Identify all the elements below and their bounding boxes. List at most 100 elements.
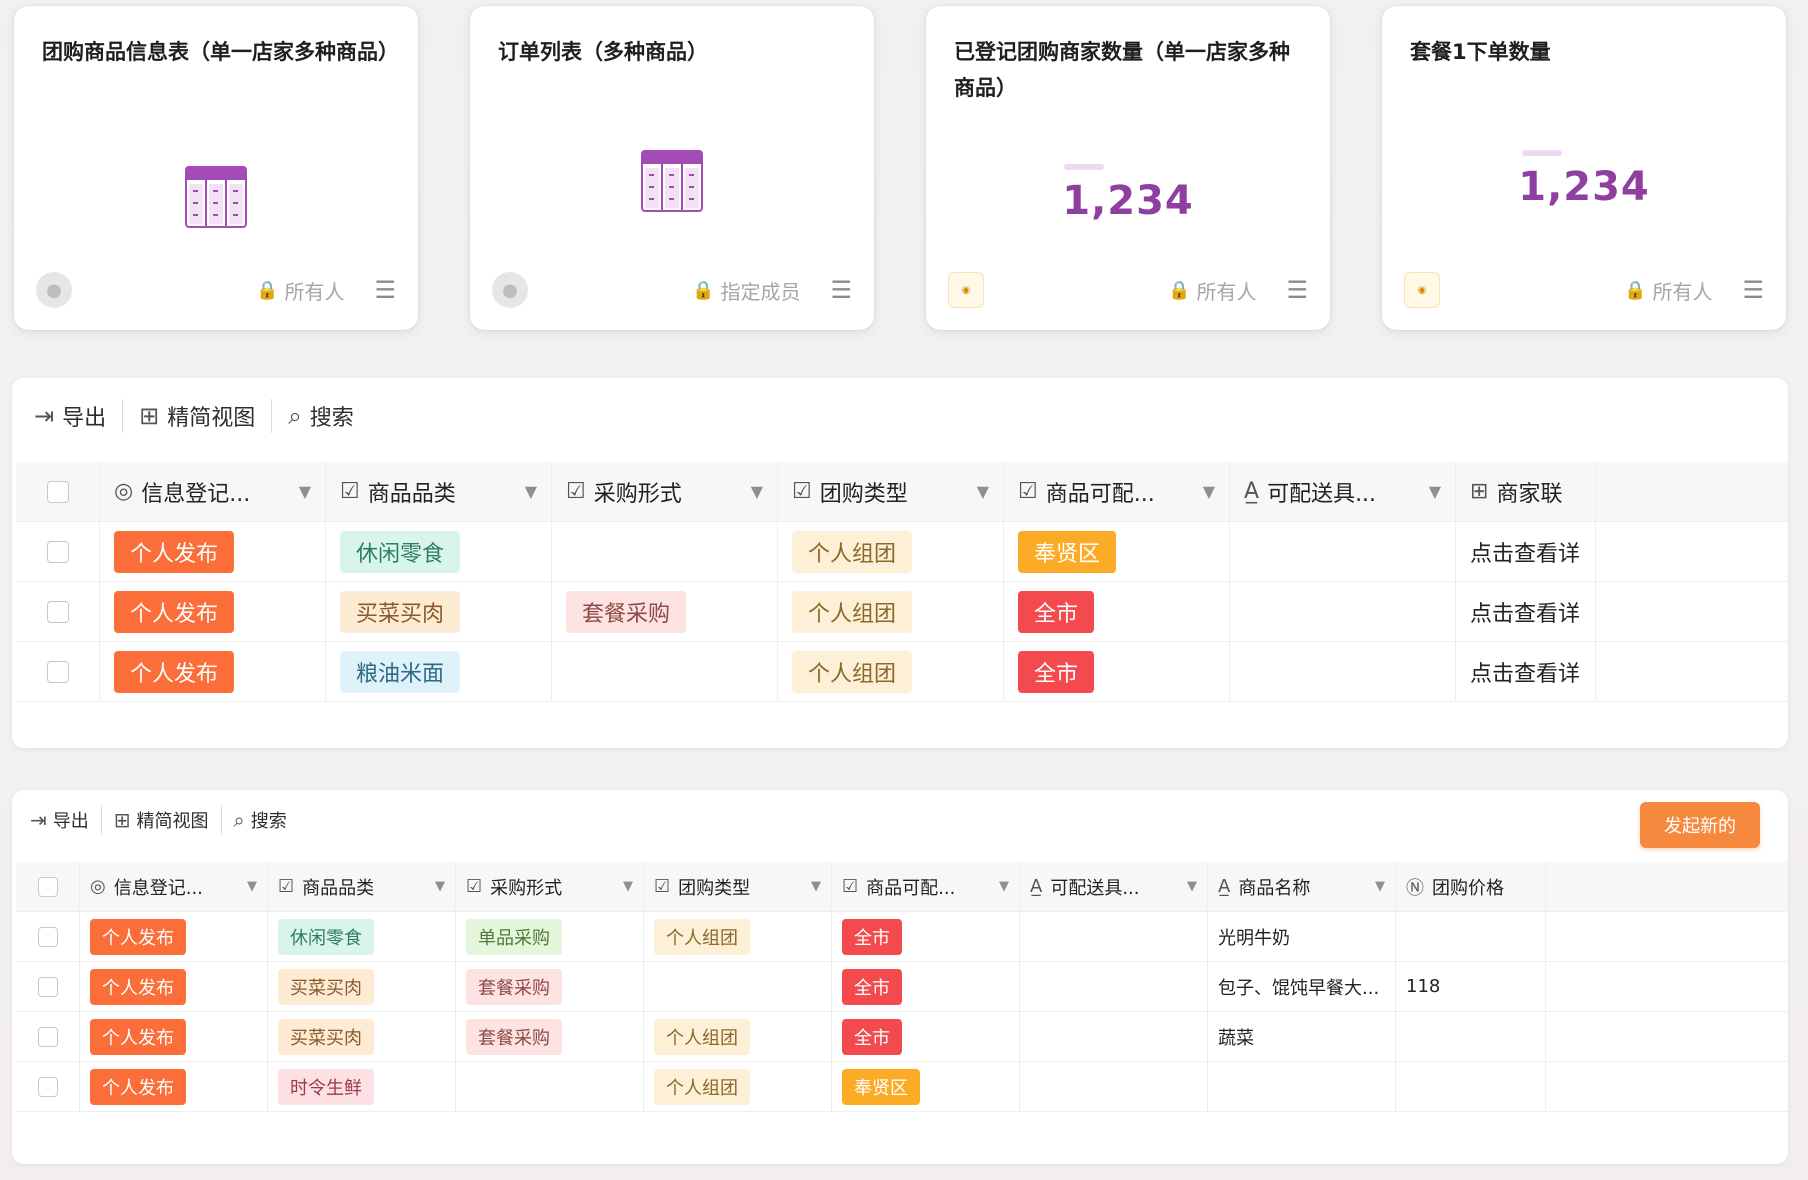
user-avatar[interactable]: ● [492, 272, 528, 308]
chevron-down-icon[interactable]: ▼ [525, 482, 537, 501]
table-cell[interactable]: 个人发布 [80, 1062, 268, 1111]
table-cell[interactable]: 全市 [832, 912, 1020, 961]
table-cell[interactable]: 单品采购 [456, 912, 644, 961]
table-cell[interactable]: 时令生鲜 [268, 1062, 456, 1111]
chevron-down-icon[interactable]: ▼ [751, 482, 763, 501]
card-goods-info[interactable]: 团购商品信息表（单一店家多种商品） ● 🔒 所有人 ☰ [14, 6, 418, 330]
column-header[interactable]: ⊞ 商家联 [1456, 462, 1596, 521]
table-row[interactable]: 个人发布 买菜买肉 套餐采购 个人组团 全市 蔬菜 [16, 1012, 1788, 1062]
chevron-down-icon[interactable]: ▼ [1429, 482, 1441, 501]
table-cell[interactable]: 个人发布 [80, 962, 268, 1011]
compact-view-button[interactable]: ⊞ 精简视图 [139, 400, 255, 432]
new-submission-button[interactable]: 发起新的 [1640, 802, 1760, 848]
table-cell[interactable]: 点击查看详 [1456, 522, 1596, 581]
user-avatar[interactable]: ● [36, 272, 72, 308]
table-cell[interactable] [552, 522, 778, 581]
table-cell[interactable] [1020, 912, 1208, 961]
export-button[interactable]: ⇥ 导出 [34, 400, 106, 432]
table-cell[interactable]: 个人发布 [100, 582, 326, 641]
permission-label[interactable]: 🔒 指定成员 [692, 276, 800, 305]
table-cell[interactable]: 光明牛奶 [1208, 912, 1396, 961]
column-header[interactable]: Ⓝ 团购价格 [1396, 862, 1546, 911]
chevron-down-icon[interactable]: ▼ [435, 879, 445, 894]
row-checkbox[interactable] [37, 1076, 58, 1097]
table-cell[interactable]: 个人组团 [778, 522, 1004, 581]
table-cell[interactable]: 套餐采购 [456, 962, 644, 1011]
table-cell[interactable] [1396, 1012, 1546, 1061]
table-cell[interactable]: 全市 [832, 1012, 1020, 1061]
table-cell[interactable]: 个人组团 [778, 582, 1004, 641]
table-cell[interactable]: 个人组团 [644, 912, 832, 961]
table-cell[interactable]: 套餐采购 [552, 582, 778, 641]
table-cell[interactable]: 粮油米面 [326, 642, 552, 701]
row-checkbox[interactable] [37, 926, 58, 947]
column-header[interactable]: A̲ 可配送具... ▼ [1020, 862, 1208, 911]
column-header[interactable]: A̲ 可配送具... ▼ [1230, 462, 1456, 521]
table-row[interactable]: 个人发布 粮油米面 个人组团 全市 点击查看详 [16, 642, 1788, 702]
column-header[interactable]: ◎ 信息登记... ▼ [100, 462, 326, 521]
table-cell[interactable]: 点击查看详 [1456, 582, 1596, 641]
table-cell[interactable] [1230, 522, 1456, 581]
menu-icon[interactable]: ☰ [830, 278, 852, 302]
logo-avatar[interactable]: ◉ [948, 272, 984, 308]
menu-icon[interactable]: ☰ [1742, 278, 1764, 302]
chevron-down-icon[interactable]: ▼ [999, 879, 1009, 894]
permission-label[interactable]: 🔒 所有人 [1624, 276, 1712, 305]
table-cell[interactable]: 118 [1396, 962, 1546, 1011]
row-checkbox[interactable] [46, 660, 69, 683]
column-header[interactable]: ☑ 商品品类 ▼ [326, 462, 552, 521]
table-cell[interactable]: 休闲零食 [326, 522, 552, 581]
table-cell[interactable]: 全市 [1004, 582, 1230, 641]
column-header[interactable]: ☑ 商品可配... ▼ [1004, 462, 1230, 521]
table-cell[interactable] [456, 1062, 644, 1111]
table-cell[interactable] [1020, 1062, 1208, 1111]
table-cell[interactable]: 个人组团 [778, 642, 1004, 701]
chevron-down-icon[interactable]: ▼ [623, 879, 633, 894]
table-cell[interactable] [1230, 642, 1456, 701]
table-cell[interactable] [644, 962, 832, 1011]
column-header[interactable]: ☑ 采购形式 ▼ [552, 462, 778, 521]
table-cell[interactable] [1230, 582, 1456, 641]
row-checkbox[interactable] [46, 540, 69, 563]
table-cell[interactable]: 全市 [1004, 642, 1230, 701]
table-cell[interactable]: 个人发布 [100, 522, 326, 581]
table-cell[interactable] [1020, 1012, 1208, 1061]
table-row[interactable]: 个人发布 时令生鲜 个人组团 奉贤区 [16, 1062, 1788, 1112]
table-cell[interactable]: 个人组团 [644, 1012, 832, 1061]
column-header[interactable]: ☑ 团购类型 ▼ [778, 462, 1004, 521]
table-cell[interactable]: 奉贤区 [1004, 522, 1230, 581]
table-row[interactable]: 个人发布 休闲零食 个人组团 奉贤区 点击查看详 [16, 522, 1788, 582]
export-button[interactable]: ⇥ 导出 [30, 807, 89, 833]
table-row[interactable]: 个人发布 买菜买肉 套餐采购 全市 包子、馄饨早餐大... 118 [16, 962, 1788, 1012]
table-cell[interactable]: 蔬菜 [1208, 1012, 1396, 1061]
select-all-checkbox[interactable] [37, 876, 58, 897]
chevron-down-icon[interactable]: ▼ [1375, 879, 1385, 894]
row-checkbox[interactable] [46, 600, 69, 623]
table-cell[interactable]: 休闲零食 [268, 912, 456, 961]
table-cell[interactable] [1396, 912, 1546, 961]
table-row[interactable]: 个人发布 买菜买肉 套餐采购 个人组团 全市 点击查看详 [16, 582, 1788, 642]
table-cell[interactable] [1020, 962, 1208, 1011]
table-cell[interactable]: 套餐采购 [456, 1012, 644, 1061]
table-cell[interactable]: 买菜买肉 [326, 582, 552, 641]
search-button[interactable]: ⌕ 搜索 [234, 807, 287, 833]
row-checkbox[interactable] [37, 1026, 58, 1047]
compact-view-button[interactable]: ⊞ 精简视图 [114, 807, 209, 833]
column-header[interactable]: ☑ 团购类型 ▼ [644, 862, 832, 911]
chevron-down-icon[interactable]: ▼ [1203, 482, 1215, 501]
table-cell[interactable]: 点击查看详 [1456, 642, 1596, 701]
row-checkbox[interactable] [37, 976, 58, 997]
chevron-down-icon[interactable]: ▼ [247, 879, 257, 894]
card-order-list[interactable]: 订单列表（多种商品） ● 🔒 指定成员 ☰ [470, 6, 874, 330]
chevron-down-icon[interactable]: ▼ [811, 879, 821, 894]
permission-label[interactable]: 🔒 所有人 [256, 276, 344, 305]
chevron-down-icon[interactable]: ▼ [977, 482, 989, 501]
table-row[interactable]: 个人发布 休闲零食 单品采购 个人组团 全市 光明牛奶 [16, 912, 1788, 962]
table-cell[interactable]: 个人发布 [80, 1012, 268, 1061]
table-cell[interactable] [552, 642, 778, 701]
menu-icon[interactable]: ☰ [1286, 278, 1308, 302]
table-cell[interactable]: 买菜买肉 [268, 962, 456, 1011]
table-cell[interactable]: 个人发布 [100, 642, 326, 701]
search-button[interactable]: ⌕ 搜索 [288, 400, 353, 432]
column-header[interactable]: A̲ 商品名称 ▼ [1208, 862, 1396, 911]
